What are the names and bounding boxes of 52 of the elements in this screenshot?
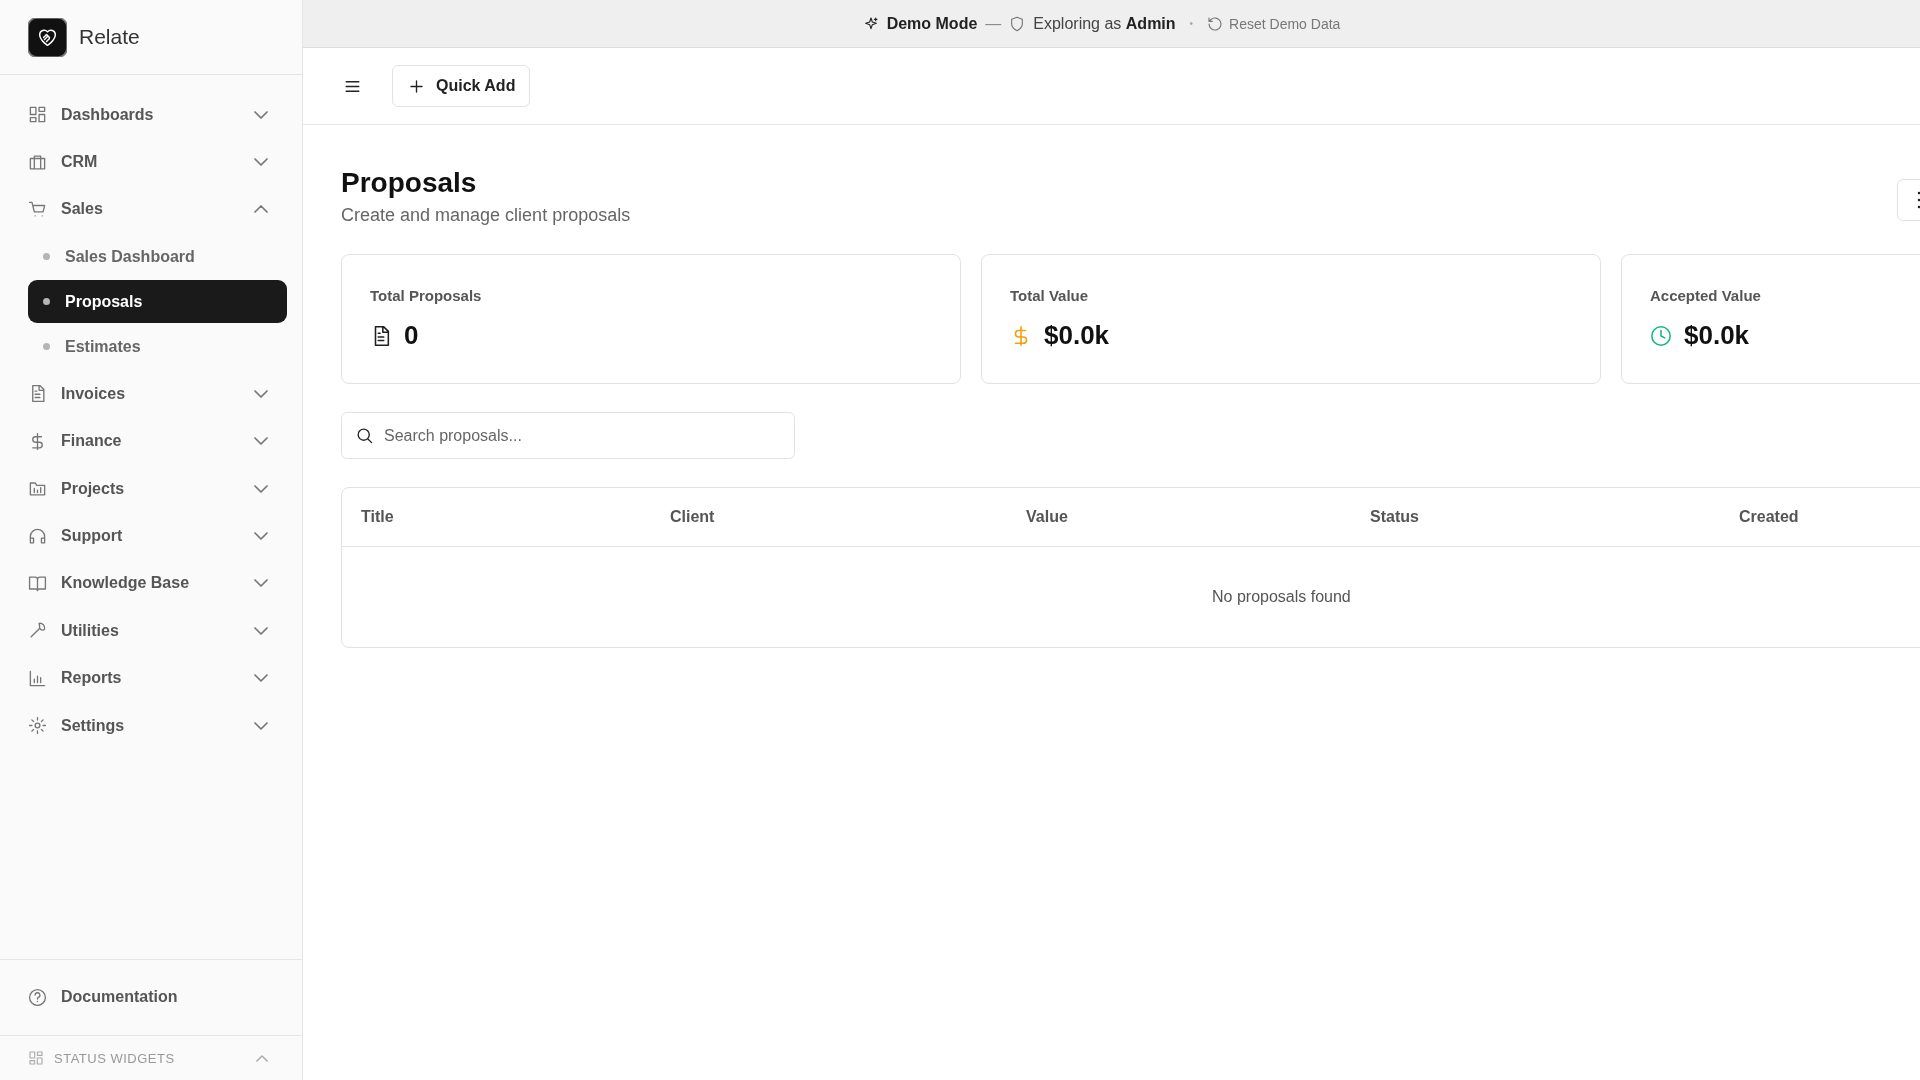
logo-icon — [28, 17, 67, 57]
column-header[interactable]: Value — [1026, 508, 1068, 526]
help-icon — [28, 987, 47, 1007]
grid-icon — [28, 1050, 44, 1066]
sidebar-subitem[interactable]: Estimates — [28, 325, 287, 369]
page-subtitle: Create and manage client proposals — [341, 205, 631, 226]
column-header[interactable]: Title — [361, 508, 394, 526]
sidebar-subitem[interactable]: Proposals — [28, 280, 287, 324]
bar-chart-icon — [28, 668, 47, 688]
search-icon — [355, 426, 374, 445]
sidebar-item[interactable]: CRM — [0, 138, 302, 186]
quick-add-button[interactable]: Quick Add — [392, 65, 531, 107]
app-name: Relate — [79, 25, 140, 49]
cart-icon — [28, 199, 47, 219]
sidebar-item[interactable]: Sales — [0, 185, 302, 234]
sidebar-subitem[interactable]: Sales Dashboard — [28, 235, 287, 279]
sidebar-item[interactable]: Support — [0, 512, 302, 560]
documentation-link[interactable]: Documentation — [0, 973, 302, 1021]
page-title: Proposals — [341, 167, 478, 199]
separator-dot: • — [1189, 18, 1194, 29]
grid-icon — [28, 105, 47, 125]
column-header[interactable]: Client — [670, 508, 715, 526]
stat-label: Total Value — [1010, 287, 1090, 304]
stat-value: $0.0k — [1044, 320, 1110, 351]
sidebar-item[interactable]: Knowledge Base — [0, 559, 302, 608]
stat-value: $0.0k — [1684, 320, 1750, 351]
empty-message: No proposals found — [1212, 588, 1351, 606]
refresh-icon — [1207, 15, 1224, 32]
search-field[interactable]: Search proposals... — [341, 412, 795, 459]
sidebar-item[interactable]: Dashboards — [0, 91, 302, 139]
stat-label: Accepted Value — [1650, 287, 1762, 304]
sparkle-icon — [862, 15, 879, 32]
shield-icon — [1009, 15, 1026, 32]
stat-value: 0 — [404, 320, 419, 351]
demo-mode-label: Demo Mode — [886, 14, 978, 33]
headphones-icon — [28, 526, 47, 546]
book-icon — [28, 573, 47, 593]
role-text: Exploring as Admin — [1033, 14, 1176, 33]
sidebar-item[interactable]: Invoices — [0, 370, 302, 418]
stat-label: Total Proposals — [370, 287, 483, 304]
reset-demo-button[interactable]: Reset Demo Data — [1207, 15, 1341, 32]
folder-icon — [28, 479, 47, 499]
briefcase-icon — [28, 152, 47, 172]
sidebar-item[interactable]: Settings — [0, 701, 302, 750]
more-icon — [1917, 191, 1920, 209]
sidebar-item[interactable]: Utilities — [0, 607, 302, 655]
column-header[interactable]: Status — [1370, 508, 1419, 526]
sidebar-item[interactable]: Projects — [0, 464, 302, 513]
sidebar-item[interactable]: Reports — [0, 654, 302, 702]
separator-text: — — [985, 14, 1002, 33]
sidebar-item[interactable]: Finance — [0, 417, 302, 465]
column-header[interactable]: Created — [1739, 508, 1799, 526]
